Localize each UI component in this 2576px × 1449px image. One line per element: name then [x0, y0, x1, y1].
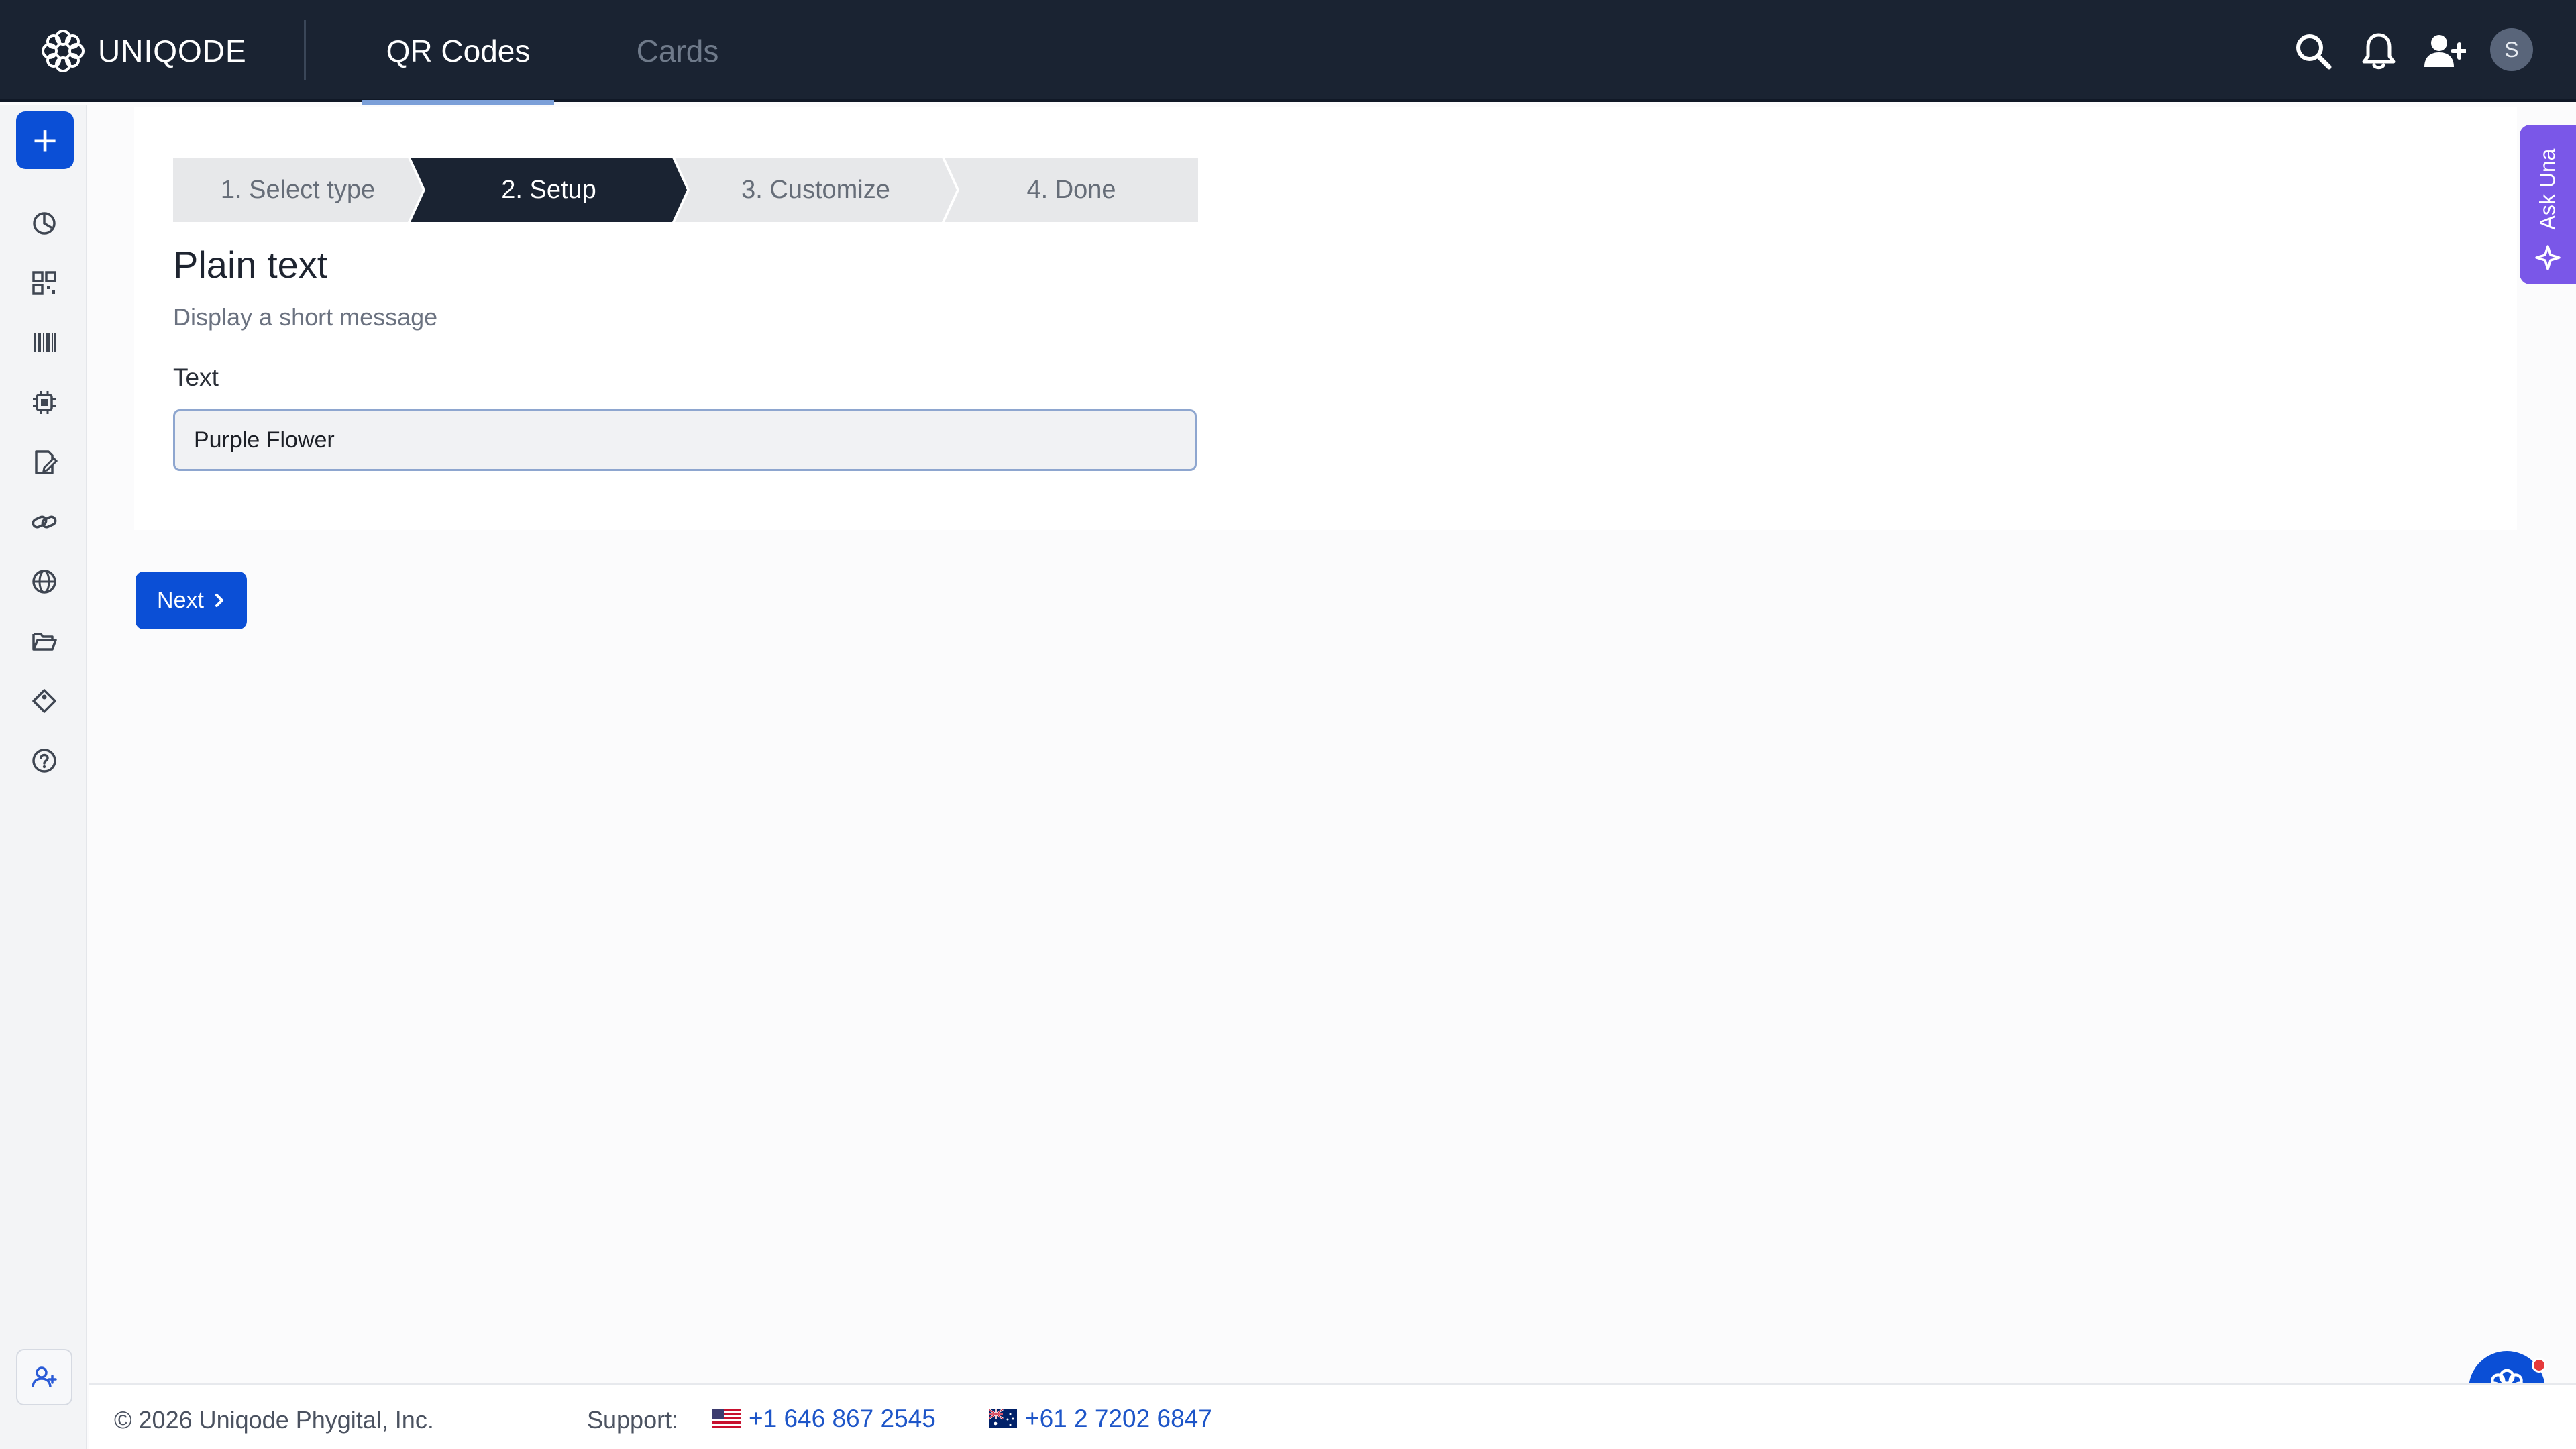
- dashboard-icon[interactable]: [23, 203, 65, 244]
- help-icon[interactable]: [23, 740, 65, 782]
- left-sidebar: +: [0, 105, 87, 1449]
- support-phone-au[interactable]: +61 2 7202 6847: [989, 1405, 1212, 1433]
- sparkle-icon: [2535, 245, 2561, 270]
- step-setup[interactable]: 2. Setup: [411, 158, 687, 222]
- page-subtitle: Display a short message: [173, 303, 438, 331]
- barcode-icon[interactable]: [23, 322, 65, 364]
- us-flag-icon: [712, 1409, 741, 1428]
- tag-icon[interactable]: [23, 680, 65, 722]
- create-button[interactable]: +: [16, 111, 74, 169]
- next-button-label: Next: [157, 587, 204, 613]
- support-phone-au-number: +61 2 7202 6847: [1025, 1405, 1212, 1432]
- chevron-right-icon: [215, 594, 223, 607]
- step-select-type[interactable]: 1. Select type: [173, 158, 423, 222]
- qr-code-icon[interactable]: [23, 262, 65, 304]
- support-phone-us-number: +1 646 867 2545: [749, 1405, 936, 1432]
- team-icon: [32, 1366, 57, 1388]
- globe-icon[interactable]: [23, 561, 65, 602]
- folder-icon[interactable]: [23, 621, 65, 662]
- step-customize[interactable]: 3. Customize: [675, 158, 957, 222]
- wizard-stepper: 1. Select type 2. Setup 3. Customize 4. …: [173, 158, 1198, 222]
- top-navigation-bar: UNIQODE QR Codes Cards S: [0, 0, 2576, 105]
- tab-qr-codes[interactable]: QR Codes: [362, 0, 554, 105]
- support-phone-us[interactable]: +1 646 867 2545: [712, 1405, 936, 1433]
- au-flag-icon: [989, 1409, 1017, 1428]
- notification-dot: [2532, 1358, 2546, 1373]
- avatar[interactable]: S: [2490, 28, 2533, 71]
- ask-una-label: Ask Una: [2535, 148, 2560, 230]
- tab-cards[interactable]: Cards: [597, 0, 758, 102]
- ask-una-tab[interactable]: Ask Una: [2520, 125, 2576, 284]
- brand-logo[interactable]: UNIQODE: [40, 27, 247, 75]
- team-button[interactable]: [16, 1349, 72, 1405]
- brand-name: UNIQODE: [98, 34, 247, 68]
- form-icon[interactable]: [23, 441, 65, 483]
- uniqode-logo-icon: [42, 30, 85, 72]
- link-icon[interactable]: [23, 501, 65, 543]
- copyright-text: © 2026 Uniqode Phygital, Inc.: [114, 1406, 434, 1434]
- step-done[interactable]: 4. Done: [945, 158, 1198, 222]
- text-input[interactable]: [173, 409, 1197, 471]
- support-label: Support:: [587, 1406, 679, 1434]
- add-user-icon[interactable]: [2420, 27, 2469, 75]
- text-field-label: Text: [173, 364, 219, 391]
- nav-divider: [304, 20, 306, 80]
- bell-icon[interactable]: [2355, 27, 2403, 75]
- next-button[interactable]: Next: [136, 572, 247, 629]
- search-icon[interactable]: [2289, 27, 2337, 75]
- page-title: Plain text: [173, 244, 328, 286]
- chip-icon[interactable]: [23, 382, 65, 423]
- footer: © 2026 Uniqode Phygital, Inc. Support: +…: [89, 1383, 2576, 1449]
